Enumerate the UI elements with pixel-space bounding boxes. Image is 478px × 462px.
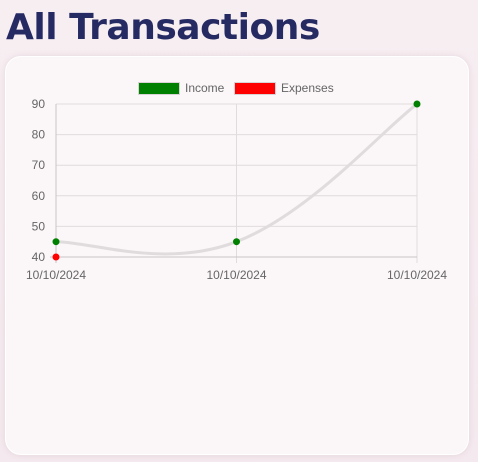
legend-swatch-expenses[interactable]	[234, 82, 276, 95]
data-point-income	[233, 238, 240, 246]
y-tick-label: 80	[32, 128, 46, 142]
x-tick-label: 10/10/2024	[387, 268, 447, 282]
transactions-line-chart: 40 50 60 70 80 90 10/10/2024 10/10/2024 10/10/20…	[26, 81, 447, 282]
legend-label-income[interactable]: Income	[185, 81, 225, 95]
data-point-income	[52, 238, 60, 246]
axes	[50, 104, 417, 263]
x-tick-label: 10/10/2024	[26, 268, 86, 282]
y-tick-label: 40	[32, 250, 46, 264]
legend-swatch-income[interactable]	[138, 82, 180, 95]
x-tick-label: 10/10/2024	[206, 268, 266, 282]
chart-legend[interactable]: Income Expenses	[138, 81, 334, 95]
y-tick-label: 60	[32, 189, 46, 203]
legend-label-expenses[interactable]: Expenses	[281, 81, 334, 95]
y-tick-label: 70	[32, 158, 46, 172]
y-tick-label: 90	[32, 97, 46, 111]
data-point-expenses	[52, 253, 60, 261]
data-point-income	[413, 100, 421, 108]
y-tick-label: 50	[32, 219, 46, 233]
